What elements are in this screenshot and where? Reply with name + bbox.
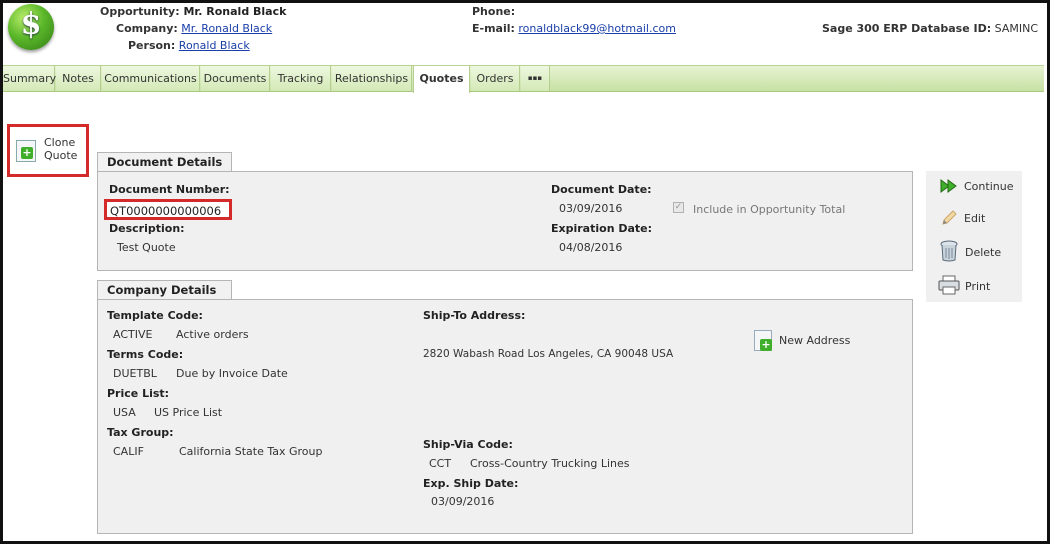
tax-group-desc: California State Tax Group — [179, 445, 323, 458]
delete-label: Delete — [965, 246, 1002, 259]
document-date-value: 03/09/2016 — [559, 202, 623, 215]
tax-group-value: CALIF — [113, 445, 144, 458]
document-date-label: Document Date: — [551, 183, 652, 196]
tab-communications[interactable]: Communications — [102, 66, 200, 91]
trash-icon — [940, 240, 958, 262]
new-address-button[interactable]: New Address — [779, 334, 850, 347]
person-label: Person: — [128, 39, 176, 52]
clone-quote-line1: Clone — [44, 136, 76, 149]
tab-bar: Summary Notes Communications Documents T… — [3, 65, 1044, 93]
exp-ship-date-value: 03/09/2016 — [431, 495, 495, 508]
terms-code-value: DUETBL — [113, 367, 157, 380]
tab-orders[interactable]: Orders — [471, 66, 520, 91]
price-list-label: Price List: — [107, 387, 170, 400]
continue-label: Continue — [964, 180, 1014, 193]
tab-documents[interactable]: Documents — [201, 66, 270, 91]
edit-button[interactable]: Edit — [940, 209, 1020, 229]
phone-label: Phone: — [472, 5, 516, 18]
clone-quote-line2: Quote — [44, 149, 78, 162]
price-list-value: USA — [113, 406, 136, 419]
person-row: Person: Ronald Black — [128, 39, 250, 52]
add-address-icon[interactable]: + — [754, 330, 772, 351]
tab-more[interactable]: ▪▪▪ — [521, 66, 550, 91]
company-details-header: Company Details — [97, 280, 232, 299]
company-label: Company: — [116, 22, 178, 35]
delete-button[interactable]: Delete — [940, 240, 1020, 264]
add-document-icon[interactable]: + — [16, 140, 36, 162]
terms-code-desc: Due by Invoice Date — [176, 367, 288, 380]
erp-label: Sage 300 ERP Database ID: — [821, 22, 992, 35]
clone-quote-button[interactable]: Clone Quote — [44, 136, 84, 162]
document-number-value: QT0000000000006 — [110, 204, 222, 218]
expiration-date-value: 04/08/2016 — [559, 241, 623, 254]
company-link[interactable]: Mr. Ronald Black — [181, 22, 272, 35]
ship-via-label: Ship-Via Code: — [423, 438, 513, 451]
ship-to-label: Ship-To Address: — [423, 309, 526, 322]
continue-button[interactable]: Continue — [940, 178, 1020, 198]
tab-relationships[interactable]: Relationships — [332, 66, 412, 91]
opportunity-label: Opportunity: Mr. Ronald Black — [100, 5, 287, 18]
template-code-desc: Active orders — [176, 328, 249, 341]
company-row: Company: Mr. Ronald Black — [116, 22, 272, 35]
opportunity-value: Mr. Ronald Black — [183, 5, 287, 18]
edit-label: Edit — [964, 212, 986, 225]
email-row: E-mail: ronaldblack99@hotmail.com — [472, 22, 676, 35]
description-value: Test Quote — [117, 241, 176, 254]
tab-quotes[interactable]: Quotes — [413, 66, 470, 93]
include-in-total-checkbox[interactable]: ✓ — [673, 202, 684, 213]
print-button[interactable]: Print — [938, 275, 1018, 297]
document-details-header: Document Details — [97, 152, 232, 171]
ship-via-value: CCT — [429, 457, 452, 470]
tab-notes[interactable]: Notes — [56, 66, 101, 91]
template-code-value: ACTIVE — [113, 328, 153, 341]
document-number-label: Document Number: — [109, 183, 230, 196]
tab-tracking[interactable]: Tracking — [271, 66, 331, 91]
erp-database-id: Sage 300 ERP Database ID: SAMINC — [822, 22, 1038, 35]
price-list-desc: US Price List — [154, 406, 223, 419]
document-number-field: QT0000000000006 — [104, 199, 232, 220]
terms-code-label: Terms Code: — [107, 348, 184, 361]
template-code-label: Template Code: — [107, 309, 203, 322]
tax-group-label: Tax Group: — [107, 426, 174, 439]
description-label: Description: — [109, 222, 185, 235]
print-label: Print — [965, 280, 991, 293]
ship-to-value: 2820 Wabash Road Los Angeles, CA 90048 U… — [423, 348, 674, 360]
include-in-total-label: Include in Opportunity Total — [693, 203, 846, 216]
expiration-date-label: Expiration Date: — [551, 222, 653, 235]
tab-summary[interactable]: Summary — [3, 66, 56, 91]
person-link[interactable]: Ronald Black — [179, 39, 250, 52]
sage-logo-icon: $ — [8, 4, 54, 50]
erp-value: SAMINC — [994, 22, 1038, 35]
email-link[interactable]: ronaldblack99@hotmail.com — [518, 22, 676, 35]
fast-forward-icon — [940, 179, 957, 193]
email-label: E-mail: — [472, 22, 515, 35]
printer-icon — [938, 275, 960, 295]
ship-via-desc: Cross-Country Trucking Lines — [470, 457, 630, 470]
exp-ship-date-label: Exp. Ship Date: — [423, 477, 519, 490]
pencil-icon — [942, 210, 957, 225]
